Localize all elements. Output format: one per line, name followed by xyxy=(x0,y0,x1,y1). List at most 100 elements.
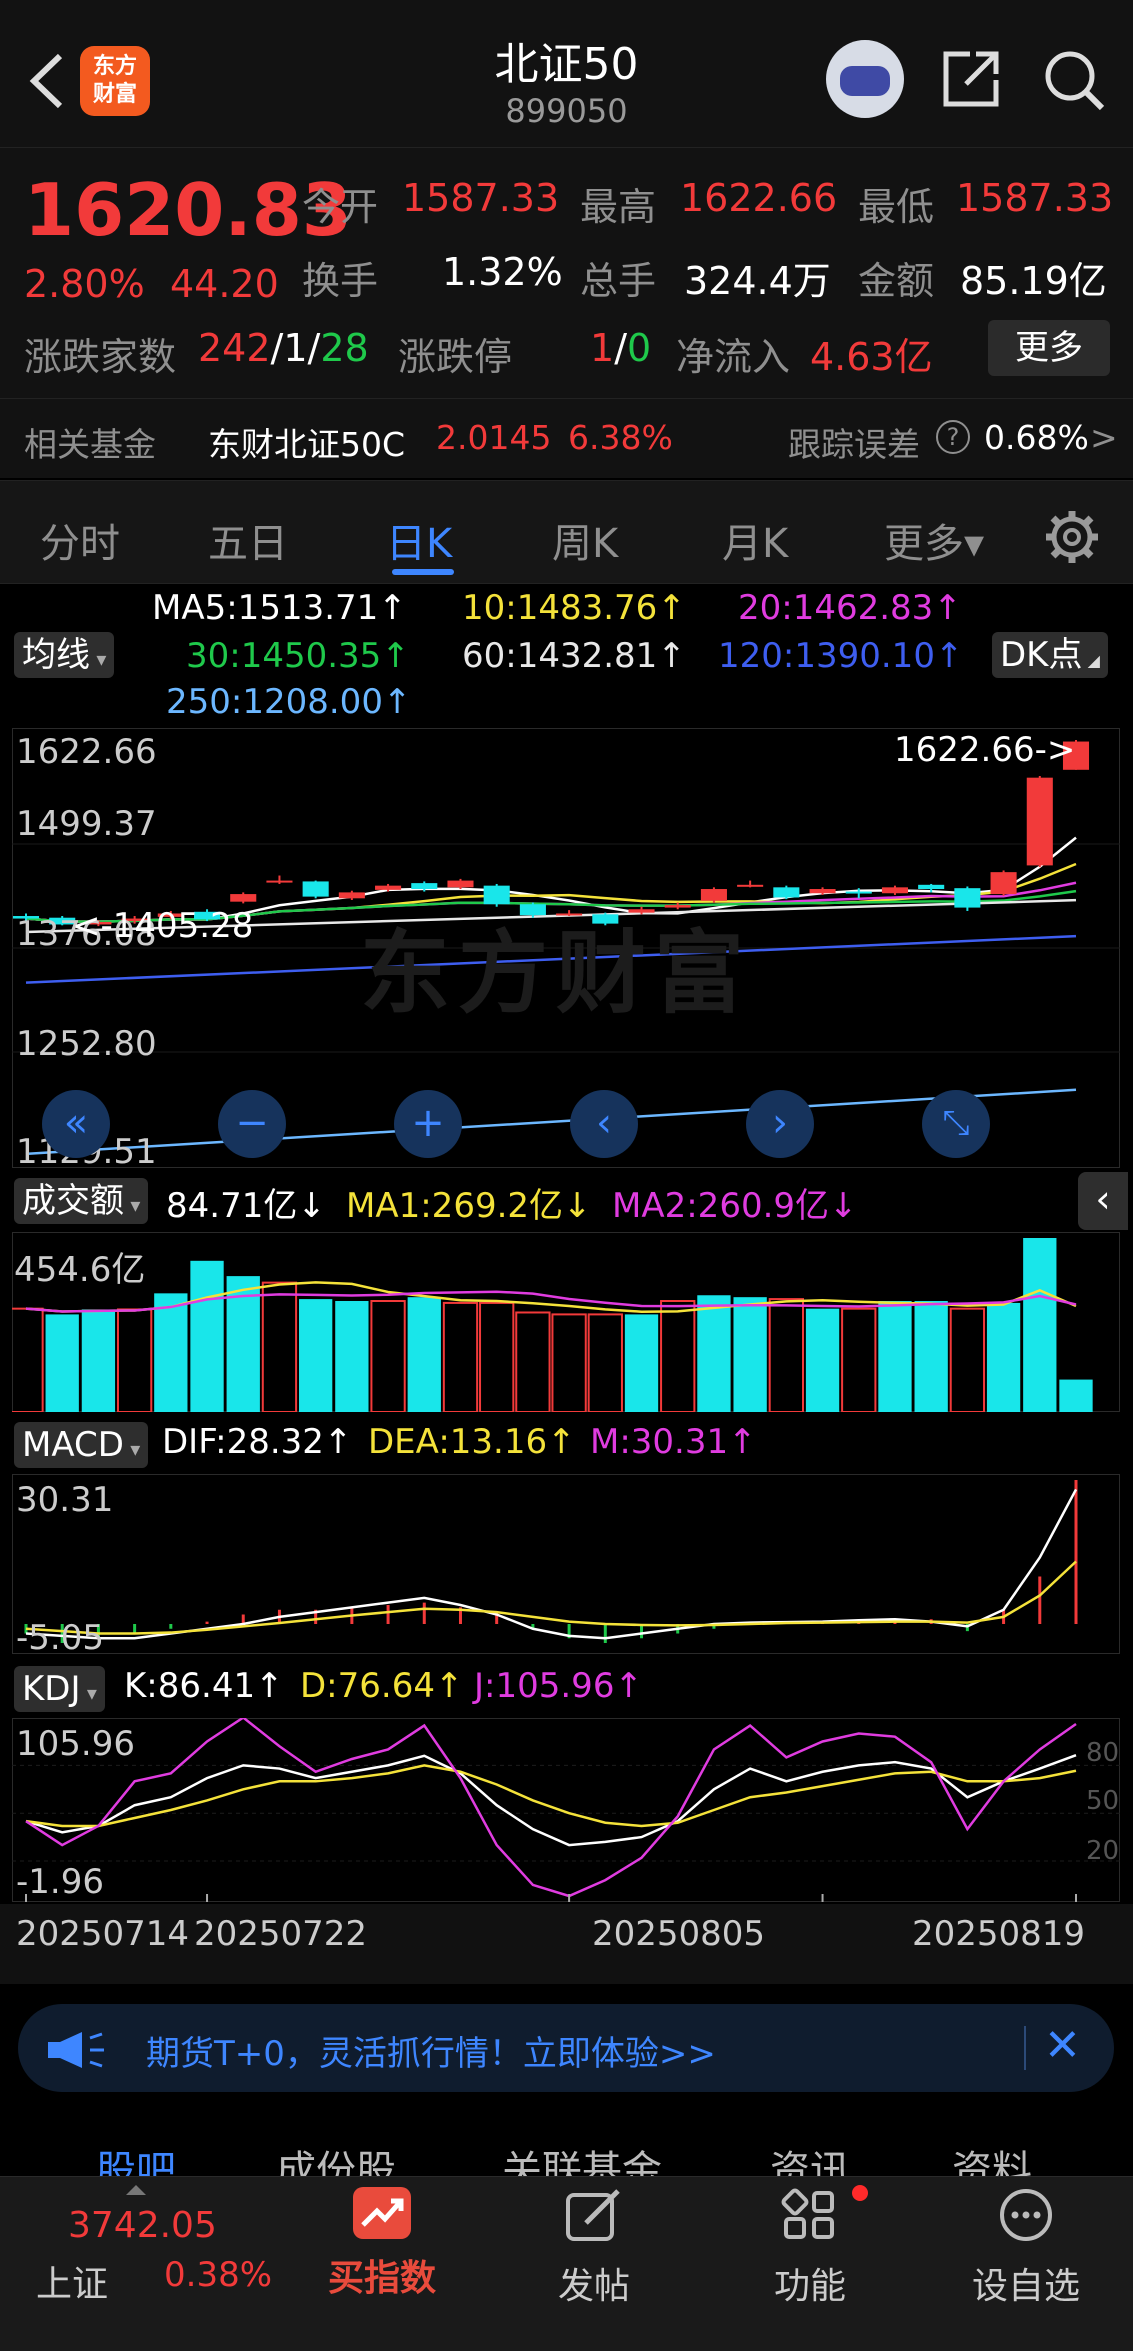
zoom-in-button[interactable]: + xyxy=(394,1090,462,1158)
tab-weekly-k[interactable]: 周K xyxy=(552,511,618,569)
volume-bar xyxy=(914,1301,948,1412)
candle-body xyxy=(266,880,293,883)
candle-body xyxy=(447,880,474,888)
fund-name[interactable]: 东财北证50C xyxy=(208,418,405,466)
date-label-4: 20250819 xyxy=(912,1914,1086,1954)
breadth-sep-1: / xyxy=(270,326,284,370)
kdj-chart[interactable] xyxy=(12,1718,1120,1902)
limit-values: 1/0 xyxy=(590,326,651,370)
collapse-panel-button[interactable]: ‹ xyxy=(1078,1172,1128,1230)
high-value: 1622.66 xyxy=(680,176,838,220)
dropdown-icon: ▾ xyxy=(80,1681,97,1705)
volume-bar xyxy=(190,1260,224,1412)
tab-five-day[interactable]: 五日 xyxy=(208,511,288,569)
tab-intraday[interactable]: 分时 xyxy=(40,511,120,569)
volume-bar xyxy=(768,1298,804,1412)
ma-selector[interactable]: 均线 ▾ xyxy=(14,632,115,678)
volume-bar xyxy=(660,1300,696,1412)
settings-button[interactable] xyxy=(1044,509,1100,569)
ma60-value: 60:1432.81↑ xyxy=(462,636,686,676)
price-axis-4: 1252.80 xyxy=(16,1024,157,1064)
macd-chart[interactable] xyxy=(12,1474,1120,1654)
macd-dea-line xyxy=(25,1560,1077,1635)
candle-body xyxy=(302,881,329,897)
breadth-up: 242 xyxy=(198,326,271,370)
macd-m: M:30.31↑ xyxy=(590,1422,757,1462)
help-icon[interactable]: ? xyxy=(936,420,970,454)
active-tab-indicator xyxy=(392,569,454,575)
macd-dif: DIF:28.32↑ xyxy=(162,1422,353,1462)
volume-bar xyxy=(1023,1238,1057,1412)
tab-monthly-k[interactable]: 月K xyxy=(722,511,788,569)
candle-body xyxy=(411,883,438,890)
chevron-left-icon: ‹ xyxy=(1095,1177,1111,1221)
breadth-down: 28 xyxy=(320,326,369,370)
breadth-flat: 1 xyxy=(283,326,308,370)
change-percent: 2.80% xyxy=(24,262,145,306)
high-marker: 1622.66-> xyxy=(894,730,1076,770)
candle-body xyxy=(1026,777,1053,866)
grid-icon xyxy=(781,2188,834,2239)
nav-post[interactable]: 发帖 xyxy=(514,2177,674,2309)
tab-more[interactable]: 更多▾ xyxy=(884,511,984,569)
volume-value: 324.4万 xyxy=(684,259,831,303)
macd-axis-bottom: -5.05 xyxy=(16,1618,104,1658)
nav-functions[interactable]: 功能 xyxy=(730,2177,890,2309)
kdj-selector[interactable]: KDJ ▾ xyxy=(14,1666,105,1712)
limit-sep: / xyxy=(614,326,627,370)
volume-bar xyxy=(697,1295,731,1412)
volume-selector[interactable]: 成交额 ▾ xyxy=(14,1178,149,1224)
candle-body xyxy=(918,884,945,890)
chevron-left-icon: ‹ xyxy=(596,1100,612,1146)
zoom-out-button[interactable]: − xyxy=(218,1090,286,1158)
sh-index-value[interactable]: 3742.05 xyxy=(68,2205,217,2246)
volume-chart[interactable] xyxy=(12,1232,1120,1412)
ma5-value: MA5:1513.71↑ xyxy=(152,588,407,628)
ma20-value: 20:1462.83↑ xyxy=(738,588,962,628)
high-label: 最高 xyxy=(580,185,657,229)
period-tabs: 分时 五日 日K 周K 月K 更多▾ xyxy=(0,480,1133,584)
volume-bar xyxy=(370,1300,406,1412)
nav-buy-index[interactable]: 买指数 xyxy=(302,2177,462,2301)
limit-label: 涨跌停 xyxy=(398,335,513,379)
macd-selector-label: MACD xyxy=(22,1425,124,1465)
netflow-value: 4.63亿 xyxy=(810,335,933,379)
dropdown-icon: ▾ xyxy=(90,647,107,671)
volume-bar xyxy=(154,1293,188,1412)
macd-dif-line xyxy=(25,1488,1078,1640)
scroll-left-button[interactable]: ‹ xyxy=(570,1090,638,1158)
scroll-right-button[interactable]: › xyxy=(746,1090,814,1158)
scroll-left-fast-button[interactable]: « xyxy=(42,1090,110,1158)
volume-value: 84.71亿↓ xyxy=(166,1186,326,1226)
candle-body xyxy=(230,894,257,902)
tab-daily-k[interactable]: 日K xyxy=(386,511,452,569)
date-label-1: 20250714 xyxy=(16,1914,190,1954)
nav-add-watchlist[interactable]: 设自选 xyxy=(946,2177,1106,2309)
dropdown-icon: ▾ xyxy=(124,1193,141,1217)
search-button[interactable] xyxy=(1042,48,1106,112)
macd-selector[interactable]: MACD ▾ xyxy=(14,1422,149,1468)
volume-bar xyxy=(261,1281,298,1412)
volume-ma2: MA2:260.9亿↓ xyxy=(612,1186,858,1226)
low-marker: <-1405.28 xyxy=(72,906,254,946)
kdj-axis-top: 105.96 xyxy=(16,1724,135,1764)
volume-label: 总手 xyxy=(580,259,657,303)
close-icon[interactable]: ✕ xyxy=(1044,2020,1081,2071)
volume-bar xyxy=(116,1308,153,1412)
promo-banner[interactable]: 期货T+0，灵活抓行情！立即体验>> ✕ xyxy=(18,2004,1114,2092)
fullscreen-button[interactable]: ⤡ xyxy=(922,1090,990,1158)
dk-point-toggle[interactable]: DK点 ◢ xyxy=(992,632,1108,678)
candle-body xyxy=(773,887,800,898)
change-amount: 44.20 xyxy=(170,262,279,306)
volume-bar xyxy=(515,1311,551,1412)
fund-nav: 2.0145 xyxy=(436,418,552,457)
date-label-2: 20250722 xyxy=(194,1914,368,1954)
trend-up-icon xyxy=(353,2187,411,2239)
breadth-sep-2: / xyxy=(307,326,321,370)
assistant-robot-icon[interactable] xyxy=(826,40,904,118)
bottom-nav: 3742.05 上证 0.38% 买指数 发帖 功能 设自选 xyxy=(0,2176,1133,2351)
share-button[interactable] xyxy=(940,48,1002,110)
more-button[interactable]: 更多 xyxy=(988,320,1110,376)
volume-bar xyxy=(407,1297,441,1412)
banner-text: 期货T+0，灵活抓行情！立即体验>> xyxy=(146,2034,716,2074)
